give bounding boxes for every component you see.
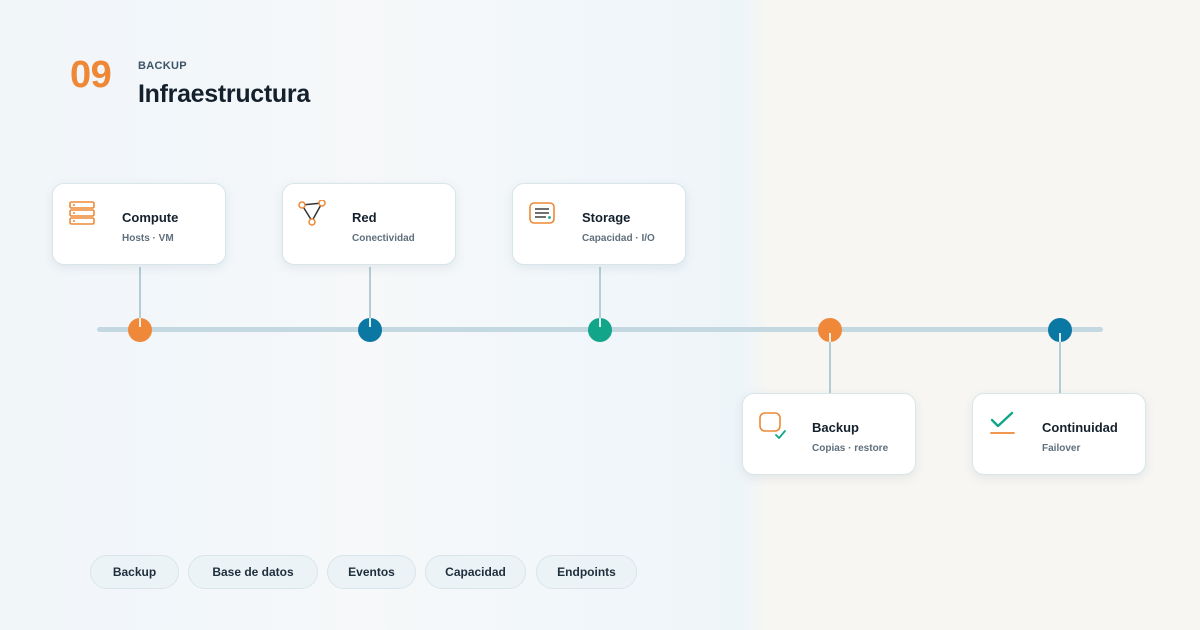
- backup-icon: [759, 412, 786, 439]
- node-card-compute[interactable]: Compute Hosts · VM: [52, 183, 226, 265]
- node-title: Continuidad: [1042, 420, 1118, 435]
- network-icon: [298, 200, 326, 226]
- node-card-red[interactable]: Red Conectividad: [282, 183, 456, 265]
- node-title: Compute: [122, 210, 179, 225]
- tag-chip-base-de-datos[interactable]: Base de datos: [188, 555, 318, 589]
- node-subtitle: Capacidad · I/O: [582, 233, 655, 244]
- timeline-dot-storage[interactable]: [588, 318, 612, 342]
- storage-icon: [529, 202, 555, 224]
- tag-chip-capacidad[interactable]: Capacidad: [425, 555, 526, 589]
- node-card-continuidad[interactable]: Continuidad Failover: [972, 393, 1146, 475]
- timeline-dot-continuidad[interactable]: [1048, 318, 1072, 342]
- node-card-storage[interactable]: Storage Capacidad · I/O: [512, 183, 686, 265]
- section-number: 09: [70, 54, 112, 96]
- node-title: Red: [352, 210, 377, 225]
- node-subtitle: Failover: [1042, 443, 1081, 454]
- node-subtitle: Copias · restore: [812, 443, 889, 454]
- page-title: Infraestructura: [138, 80, 310, 108]
- tag-chip-endpoints[interactable]: Endpoints: [536, 555, 637, 589]
- server-icon: [69, 201, 95, 225]
- node-title: Storage: [582, 210, 631, 225]
- tag-chip-backup[interactable]: Backup: [90, 555, 179, 589]
- node-title: Backup: [812, 420, 859, 435]
- checkmark-icon: [990, 411, 1015, 434]
- node-card-backup[interactable]: Backup Copias · restore: [742, 393, 916, 475]
- timeline-dot-compute[interactable]: [128, 318, 152, 342]
- tag-chip-eventos[interactable]: Eventos: [327, 555, 416, 589]
- timeline-dot-backup[interactable]: [818, 318, 842, 342]
- node-subtitle: Hosts · VM: [122, 233, 174, 244]
- section-eyebrow: BACKUP: [138, 60, 187, 72]
- node-subtitle: Conectividad: [352, 233, 415, 244]
- timeline-dot-red[interactable]: [358, 318, 382, 342]
